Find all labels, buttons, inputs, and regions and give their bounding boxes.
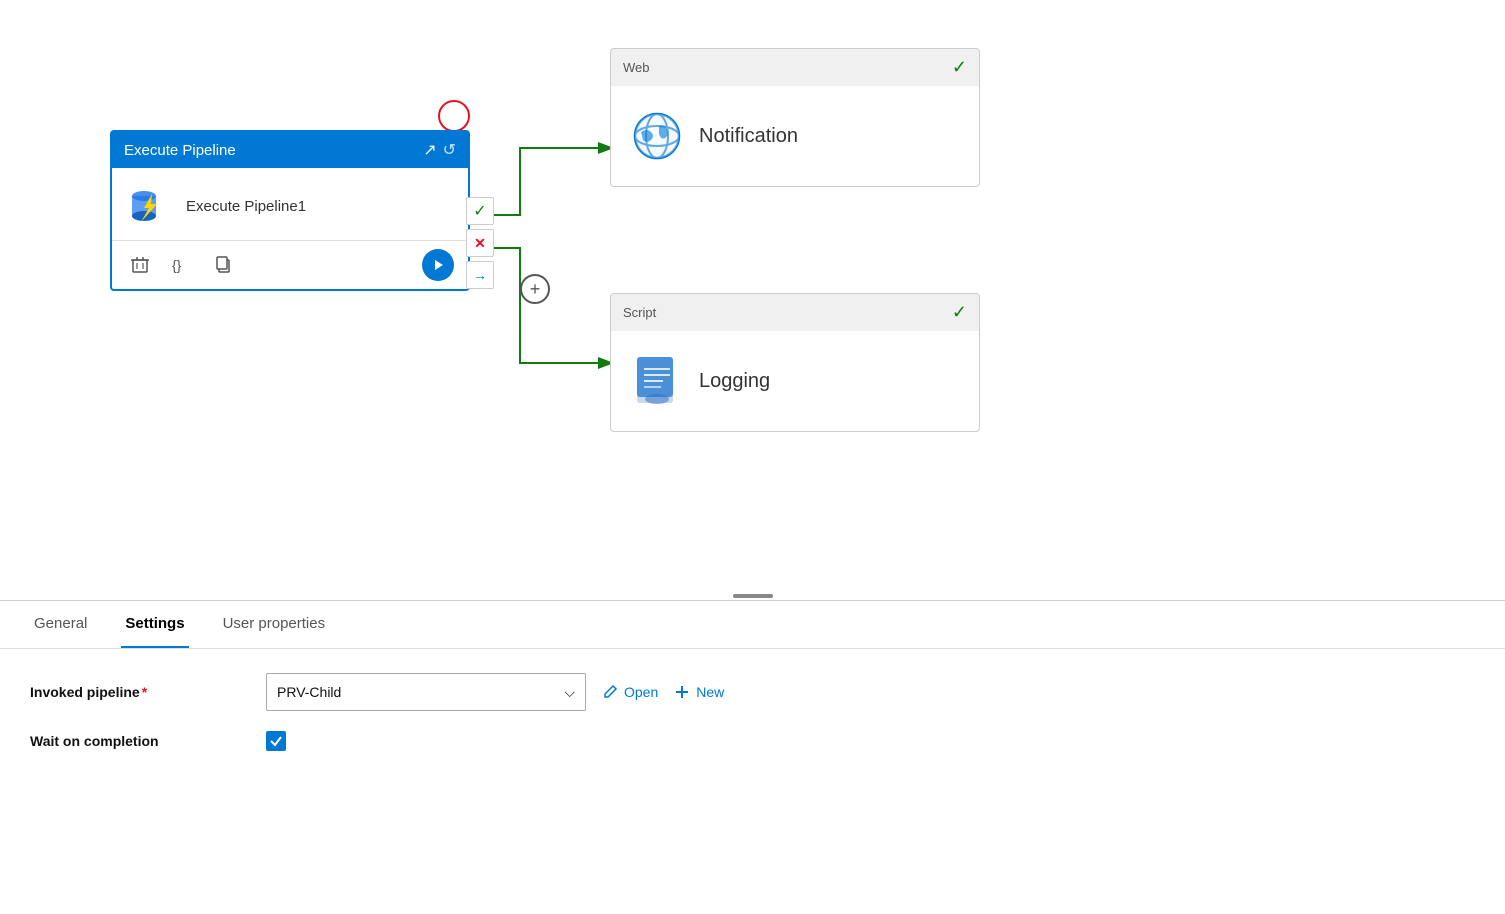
invoked-pipeline-control: PRV-Child ⌵ Open New [266,673,724,711]
sl-header-label: Script [623,305,656,320]
pipeline-dropdown[interactable]: PRV-Child ⌵ [266,673,586,711]
pipeline-dropdown-value: PRV-Child [277,684,341,700]
execute-pipeline-node: Execute Pipeline ↗ ↺ Execute Pipeline1 [110,130,470,291]
tab-settings[interactable]: Settings [121,601,188,648]
plus-icon [674,684,690,700]
rotate-icon[interactable]: ↺ [443,140,456,160]
tab-general[interactable]: General [30,601,91,648]
wn-header-label: Web [623,60,650,75]
wn-check-icon: ✓ [952,57,967,78]
tab-user-properties[interactable]: User properties [219,601,330,648]
settings-tabs: General Settings User properties [0,601,1505,649]
ep-pipeline-icon [126,182,174,230]
canvas-area: Execute Pipeline ↗ ↺ Execute Pipeline1 [0,0,1505,600]
script-logging-node: Script ✓ Logging [610,293,980,432]
code-action-icon[interactable]: {} [168,251,196,279]
sl-node-header: Script ✓ [611,294,979,331]
checkmark-icon [269,734,283,748]
wn-node-header: Web ✓ [611,49,979,86]
ep-header-icons: ↗ ↺ [423,140,456,160]
sl-body-label: Logging [699,370,770,393]
delete-action-icon[interactable] [126,251,154,279]
web-globe-icon [631,110,683,162]
new-pipeline-link[interactable]: New [674,684,724,700]
completion-branch-icon[interactable]: → [466,261,494,289]
sl-check-icon: ✓ [952,302,967,323]
ep-actions-bar: {} [112,241,468,289]
ep-body-label: Execute Pipeline1 [186,198,306,215]
wait-completion-row: Wait on completion [30,731,1475,751]
wait-completion-checkbox[interactable] [266,731,286,751]
pencil-icon [602,684,618,700]
open-pipeline-link[interactable]: Open [602,684,658,700]
open-label: Open [624,684,658,700]
required-star: * [142,684,147,700]
web-notification-node: Web ✓ Notification [610,48,980,187]
bottom-panel: General Settings User properties Invoked… [0,601,1505,795]
invoked-pipeline-row: Invoked pipeline* PRV-Child ⌵ Open New [30,673,1475,711]
success-branch-icon[interactable]: ✓ [466,197,494,225]
ep-header-title: Execute Pipeline [124,142,236,159]
dropdown-chevron-icon: ⌵ [564,684,575,701]
add-activity-button[interactable]: + [520,274,550,304]
wait-completion-label: Wait on completion [30,733,250,749]
invoked-pipeline-label: Invoked pipeline* [30,684,250,700]
wn-body-label: Notification [699,125,798,148]
new-label: New [696,684,724,700]
copy-action-icon[interactable] [210,251,238,279]
script-doc-icon [631,355,683,407]
go-button[interactable] [422,249,454,281]
settings-panel: Invoked pipeline* PRV-Child ⌵ Open New [0,649,1505,795]
svg-text:{}: {} [172,257,182,273]
wn-node-body: Notification [611,86,979,186]
divider-handle[interactable] [733,594,773,598]
sl-node-body: Logging [611,331,979,431]
branch-icons: ✓ ✕ → [466,197,494,289]
external-link-icon[interactable]: ↗ [423,140,436,160]
red-circle-indicator [438,100,470,132]
failure-branch-icon[interactable]: ✕ [466,229,494,257]
ep-node-body: Execute Pipeline1 [112,168,468,241]
panel-divider [0,600,1505,601]
ep-header-left: Execute Pipeline [124,142,236,159]
ep-node-header: Execute Pipeline ↗ ↺ [112,132,468,168]
wait-completion-control [266,731,286,751]
